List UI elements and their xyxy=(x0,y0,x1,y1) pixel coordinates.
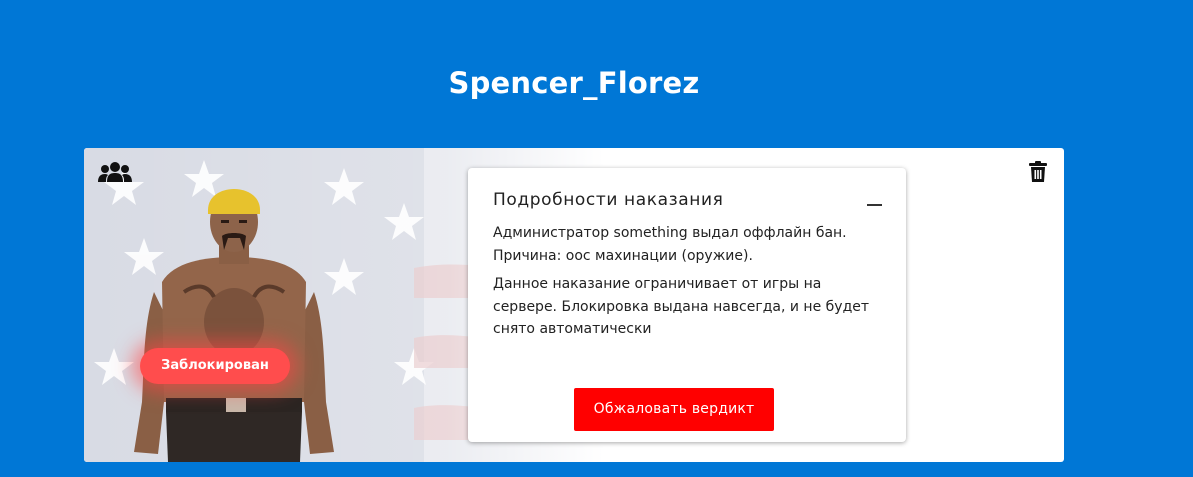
player-card: Заблокирован Подробности наказания Админ… xyxy=(84,148,1064,462)
player-avatar xyxy=(134,189,334,462)
details-admin-line: Администратор something выдал оффлайн ба… xyxy=(493,225,847,241)
punishment-details-panel: Подробности наказания Администратор some… xyxy=(468,168,906,442)
details-reason-line: Причина: оос махинации (оружие). xyxy=(493,247,753,264)
details-title: Подробности наказания xyxy=(493,190,724,210)
page-title: Spencer_Florez xyxy=(448,66,700,100)
trash-icon[interactable] xyxy=(1028,161,1048,183)
minus-icon[interactable] xyxy=(866,194,884,210)
status-badge: Заблокирован xyxy=(140,348,290,384)
details-description: Данное наказание ограничивает от игры на… xyxy=(493,276,870,337)
appeal-verdict-button[interactable]: Обжаловать вердикт xyxy=(574,388,774,431)
details-body: Администратор something выдал оффлайн ба… xyxy=(493,222,883,347)
